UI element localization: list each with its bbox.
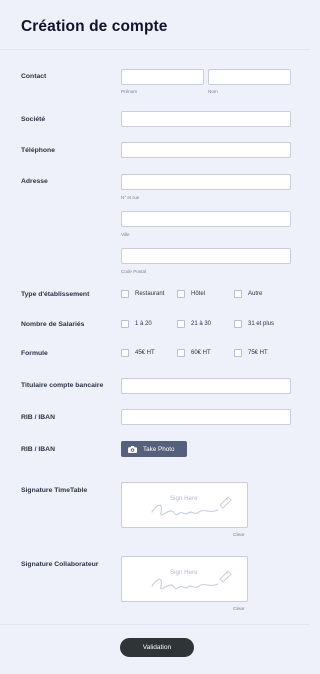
salaries-option-31-plus[interactable]: 31 et plus: [234, 320, 274, 328]
type-option-hotel[interactable]: Hôtel: [177, 290, 205, 298]
signature-scribble-icon: [151, 570, 232, 590]
checkbox[interactable]: [234, 349, 242, 357]
titulaire-input[interactable]: [121, 378, 291, 394]
formule-option-60[interactable]: 60€ HT: [177, 349, 211, 357]
form-header: Création de compte: [0, 0, 310, 50]
postal-code-sublabel: Code Postal: [121, 269, 147, 274]
signature-collaborateur-clear[interactable]: Clear: [233, 607, 244, 612]
formule-option-45[interactable]: 45€ HT: [121, 349, 155, 357]
societe-label: Société: [21, 116, 46, 123]
footer-divider: [0, 624, 310, 625]
validation-button[interactable]: Validation: [120, 638, 194, 657]
street-sublabel: N° et rue: [121, 195, 140, 200]
signature-collaborateur-label: Signature Collaborateur: [21, 561, 99, 568]
first-name-sublabel: Prénom: [121, 89, 138, 94]
signature-timetable-clear[interactable]: Clear: [233, 533, 244, 538]
checkbox[interactable]: [234, 320, 242, 328]
street-input[interactable]: [121, 174, 291, 190]
checkbox[interactable]: [121, 320, 129, 328]
rib-photo-label: RIB / IBAN: [21, 446, 55, 453]
telephone-label: Téléphone: [21, 147, 55, 154]
city-input[interactable]: [121, 211, 291, 227]
checkbox[interactable]: [234, 290, 242, 298]
signature-scribble-icon: [151, 496, 232, 516]
salaries-option-21-30[interactable]: 21 à 30: [177, 320, 211, 328]
first-name-input[interactable]: [121, 69, 204, 85]
page-title: Création de compte: [21, 18, 168, 35]
city-sublabel: Ville: [121, 232, 130, 237]
last-name-sublabel: Nom: [208, 89, 218, 94]
titulaire-label: Titulaire compte bancaire: [21, 382, 104, 389]
validation-label: Validation: [142, 644, 172, 651]
salaries-option-1-20[interactable]: 1 à 20: [121, 320, 152, 328]
checkbox[interactable]: [177, 320, 185, 328]
type-option-restaurant[interactable]: Restaurant: [121, 290, 164, 298]
societe-input[interactable]: [121, 111, 291, 127]
camera-icon: [128, 445, 137, 453]
contact-label: Contact: [21, 73, 47, 80]
take-photo-label: Take Photo: [143, 445, 175, 453]
signature-timetable-label: Signature TimeTable: [21, 487, 88, 494]
rib-label: RIB / IBAN: [21, 414, 55, 421]
postal-code-input[interactable]: [121, 248, 291, 264]
take-photo-button[interactable]: Take Photo: [121, 441, 187, 457]
adresse-label: Adresse: [21, 178, 48, 185]
checkbox[interactable]: [177, 349, 185, 357]
checkbox[interactable]: [121, 349, 129, 357]
salaries-label: Nombre de Salariés: [21, 321, 85, 328]
formule-label: Formule: [21, 350, 48, 357]
type-option-autre[interactable]: Autre: [234, 290, 262, 298]
formule-option-75[interactable]: 75€ HT: [234, 349, 268, 357]
last-name-input[interactable]: [208, 69, 291, 85]
checkbox[interactable]: [121, 290, 129, 298]
rib-input[interactable]: [121, 409, 291, 425]
signature-collaborateur-pad[interactable]: Sign Here: [121, 556, 248, 602]
type-label: Type d'établissement: [21, 291, 90, 298]
checkbox[interactable]: [177, 290, 185, 298]
signature-timetable-pad[interactable]: Sign Here: [121, 482, 248, 528]
telephone-input[interactable]: [121, 142, 291, 158]
